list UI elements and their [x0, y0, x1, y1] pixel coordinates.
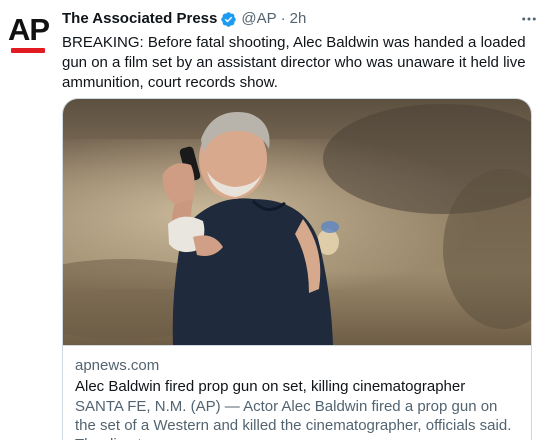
- more-options-icon[interactable]: [518, 8, 540, 30]
- tweet-text: BREAKING: Before fatal shooting, Alec Ba…: [62, 34, 526, 91]
- card-body: apnews.com Alec Baldwin fired prop gun o…: [63, 345, 531, 440]
- card-domain: apnews.com: [75, 357, 160, 374]
- timestamp[interactable]: 2h: [290, 9, 307, 29]
- card-image[interactable]: [63, 99, 531, 345]
- card-title[interactable]: Alec Baldwin fired prop gun on set, kill…: [75, 377, 519, 396]
- card-description: SANTA FE, N.M. (AP) — Actor Alec Baldwin…: [75, 398, 512, 440]
- display-name[interactable]: The Associated Press: [62, 9, 217, 29]
- ap-logo-text: AP: [8, 12, 50, 47]
- handle[interactable]: @AP: [241, 9, 276, 29]
- separator-dot: ·: [280, 10, 286, 27]
- avatar[interactable]: AP: [8, 12, 52, 56]
- tweet-content: The Associated Press @AP · 2h BREAKING: …: [62, 8, 538, 93]
- ap-logo-bar: [11, 48, 45, 53]
- verified-badge-icon: [220, 11, 237, 28]
- tweet-header: The Associated Press @AP · 2h: [62, 8, 538, 30]
- link-card[interactable]: apnews.com Alec Baldwin fired prop gun o…: [62, 98, 532, 440]
